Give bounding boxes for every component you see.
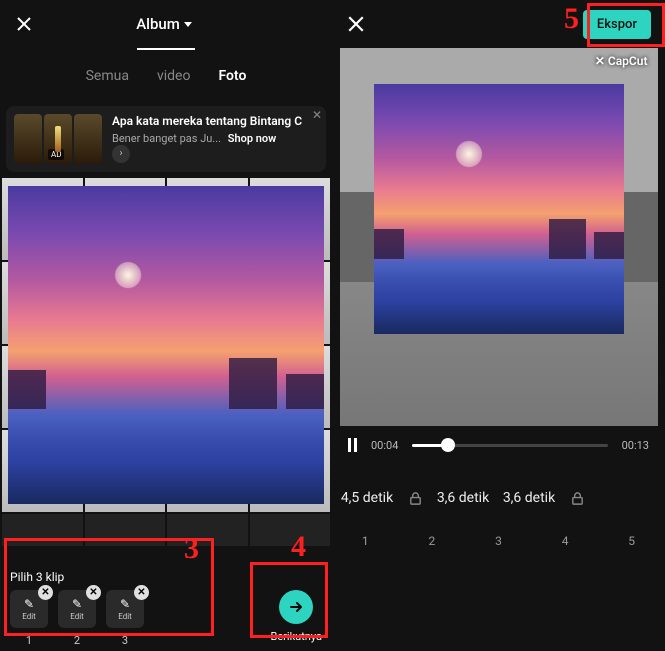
close-icon[interactable] [14,14,34,34]
clip-slot[interactable]: ✕ ✎ Edit 3 [106,590,144,647]
clip-number: 1 [26,634,32,647]
annotation-number-3: 3 [184,532,199,566]
album-dropdown[interactable]: Album [136,15,196,33]
remove-clip-icon[interactable]: ✕ [86,585,101,600]
header-title: Album [136,15,180,33]
chevron-right-icon[interactable]: › [112,145,130,163]
duration-row[interactable]: 4,5 detik 3,6 detik 3,6 detik [332,470,665,526]
edit-label: Edit [22,612,36,621]
export-button[interactable]: Ekspor [583,10,651,39]
clip-duration[interactable]: 3,6 detik [430,490,496,506]
gallery-thumb[interactable] [2,514,83,546]
sunset-image [8,186,324,504]
gallery [0,176,332,548]
annotation-number-4: 4 [291,530,306,564]
media-tabs: Semua video Foto [0,68,332,92]
next-button[interactable] [279,590,313,624]
title-underline [137,48,195,50]
clip-number: 3 [122,634,128,647]
pencil-icon: ✎ [24,597,34,611]
ad-title: Apa kata mereka tentang Bintang C [112,114,318,130]
ad-sub-text: Bener banget pas Ju... [112,132,221,145]
chevron-down-icon [184,22,192,27]
current-time: 00:04 [371,439,398,452]
ad-thumb: AD [44,114,72,164]
next-label: Berikutnya [270,630,322,643]
preview-canvas[interactable]: ✕ CapCut [340,48,658,426]
ad-card[interactable]: AD Apa kata mereka tentang Bintang C Ben… [6,106,326,172]
edit-label: Edit [70,612,84,621]
next-section: Berikutnya [270,590,322,643]
timeline-num[interactable]: 5 [598,534,665,548]
player-controls: 00:04 00:13 [332,426,665,470]
ad-close-icon[interactable]: ✕ [312,108,322,122]
canvas-media [374,84,624,334]
selected-clips: ✕ ✎ Edit 1 ✕ ✎ Edit 2 ✕ [10,590,144,647]
clip-duration[interactable]: 4,5 detik [334,490,400,506]
gallery-thumb[interactable] [167,514,248,546]
ad-text: Apa kata mereka tentang Bintang C Bener … [112,114,318,164]
pause-button[interactable] [348,438,357,452]
lock-icon[interactable] [400,491,430,506]
tab-video[interactable]: video [157,68,191,92]
watermark[interactable]: ✕ CapCut [595,54,648,68]
tab-photo[interactable]: Foto [218,68,246,92]
clip-slot[interactable]: ✕ ✎ Edit 2 [58,590,96,647]
ad-thumbs: AD [14,114,102,164]
gallery-thumb[interactable] [85,514,166,546]
timeline-num[interactable]: 4 [532,534,599,548]
selected-preview[interactable] [8,186,324,504]
ad-thumb [14,114,42,164]
arrow-right-icon [288,599,304,615]
clip-duration[interactable]: 3,6 detik [496,490,562,506]
gallery-grid-bottom [2,514,330,546]
selection-bar: Pilih 3 klip ✕ ✎ Edit 1 ✕ ✎ Edit [0,562,332,651]
total-time: 00:13 [622,439,649,452]
seek-track[interactable] [412,444,607,447]
tab-all[interactable]: Semua [86,68,129,92]
timeline-numbers: 1 2 3 4 5 [332,526,665,562]
annotation-number-5: 5 [564,2,579,36]
selection-label: Pilih 3 klip [10,570,322,584]
lock-icon[interactable] [562,491,592,506]
gallery-thumb[interactable] [250,514,331,546]
ad-subtitle: Bener banget pas Ju... Shop now › [112,132,318,163]
remove-clip-icon[interactable]: ✕ [38,585,53,600]
timeline-num[interactable]: 3 [465,534,532,548]
close-icon[interactable] [346,14,366,34]
pencil-icon: ✎ [120,597,130,611]
clip-number: 2 [74,634,80,647]
ad-thumb [74,114,102,164]
timeline-num[interactable]: 1 [332,534,399,548]
ad-badge: AD [48,149,64,160]
remove-clip-icon[interactable]: ✕ [134,585,149,600]
clip-slot[interactable]: ✕ ✎ Edit 1 [10,590,48,647]
timeline-num[interactable]: 2 [399,534,466,548]
pencil-icon: ✎ [72,597,82,611]
edit-label: Edit [118,612,132,621]
shop-now-link[interactable]: Shop now [228,132,277,145]
seek-knob[interactable] [441,438,455,452]
